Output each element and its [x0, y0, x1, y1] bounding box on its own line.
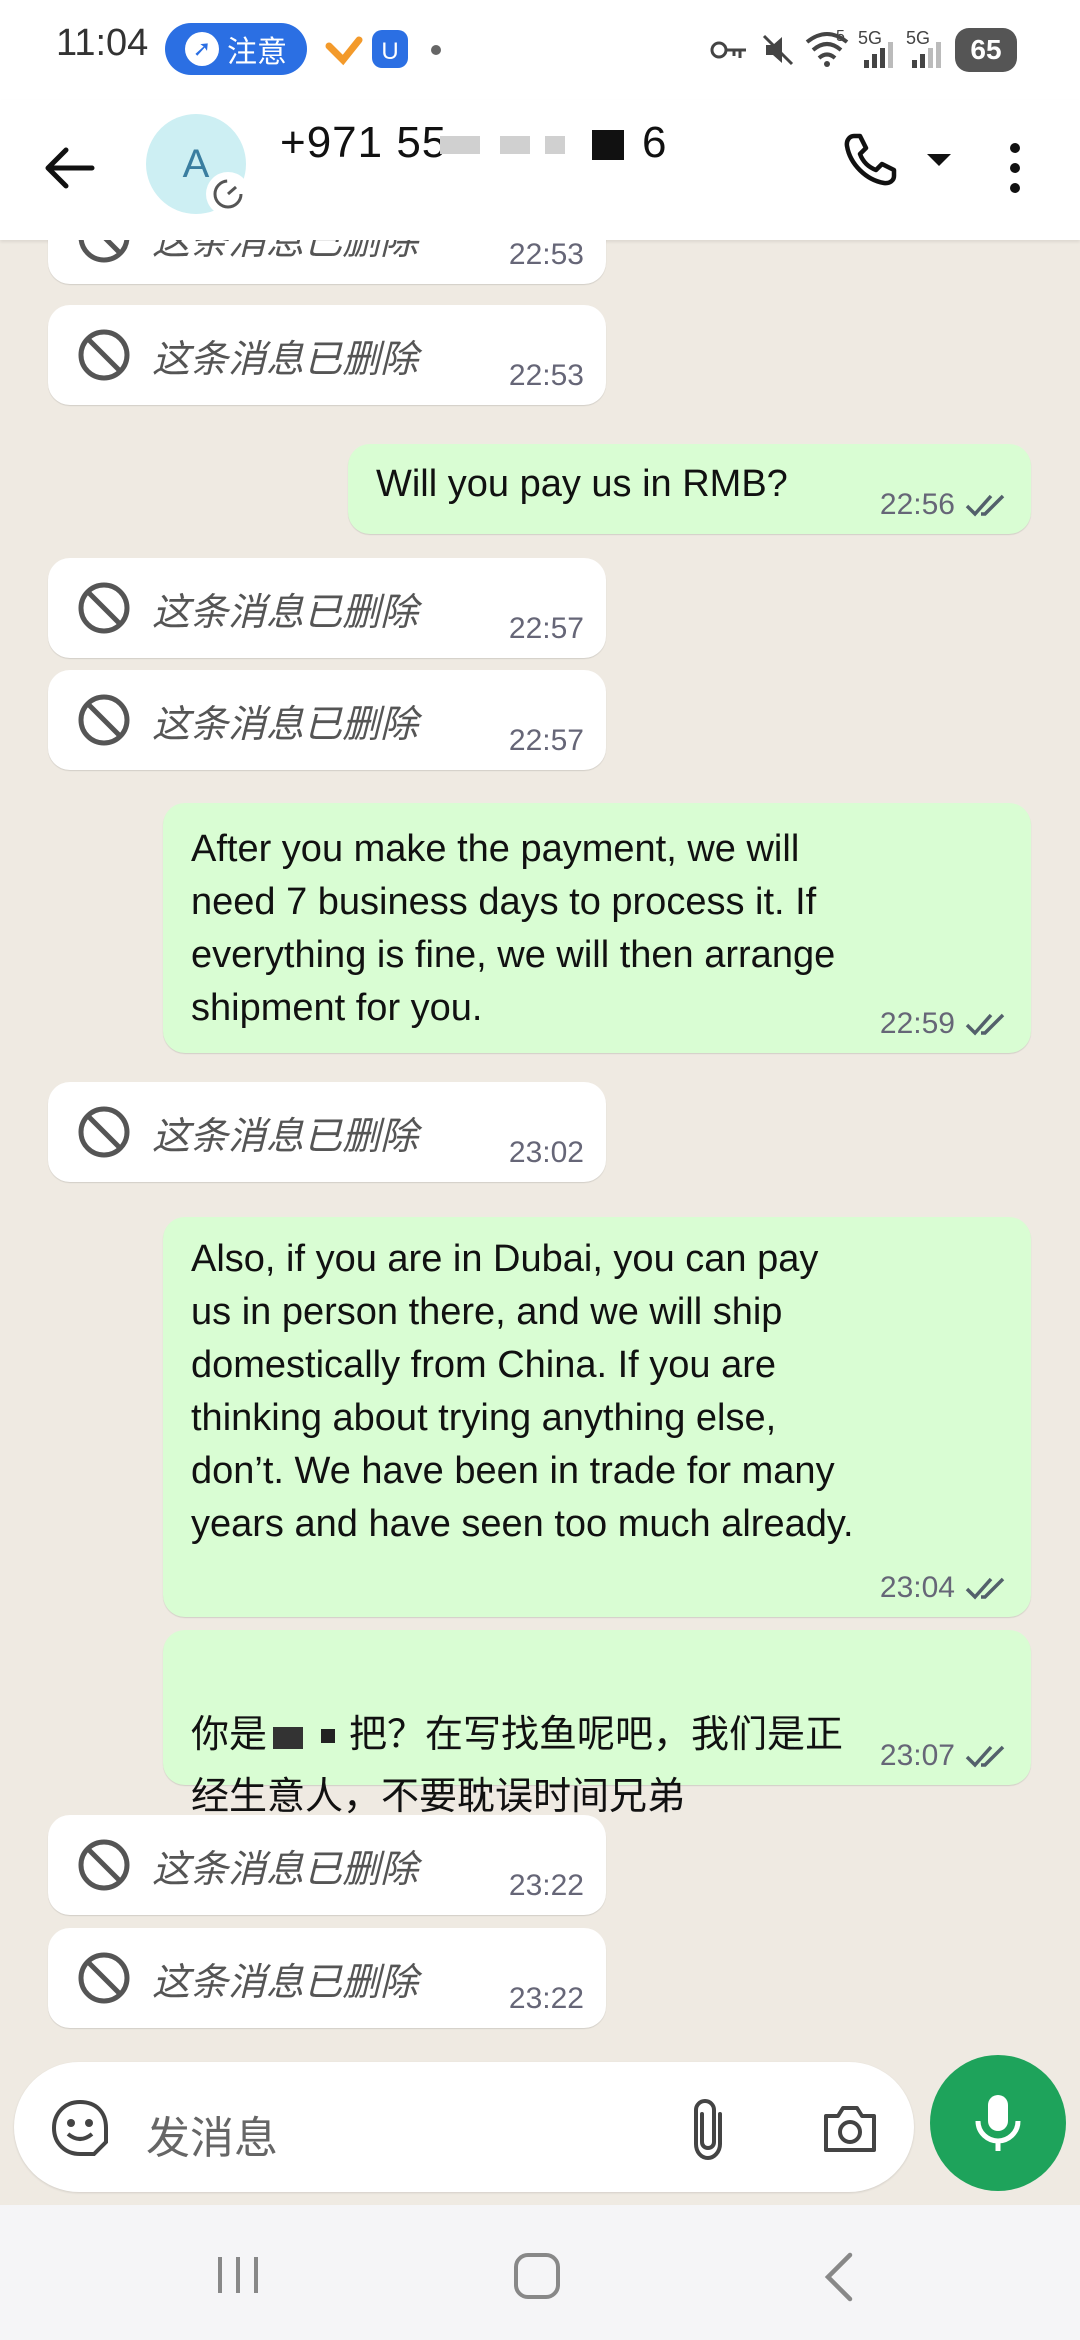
- dot-icon: [431, 45, 441, 55]
- rocket-icon: ➚: [185, 32, 219, 66]
- chat-header: A +971 55 6: [0, 100, 1080, 240]
- voice-call-icon[interactable]: [840, 130, 900, 190]
- message-list[interactable]: 这条消息已删除 22:53 这条消息已删除 22:53 Will you pay…: [0, 240, 1080, 2060]
- deleted-message[interactable]: 这条消息已删除 22:57: [48, 670, 606, 770]
- blocked-icon: [78, 694, 130, 746]
- message-time: 22:57: [508, 724, 584, 757]
- blocked-icon: [78, 1839, 130, 1891]
- message-text: After you make the payment, we will need…: [191, 828, 836, 1029]
- message-time: 23:07: [879, 1739, 955, 1772]
- read-receipt-icon: [965, 494, 1005, 517]
- redaction-mark: [545, 136, 565, 154]
- read-receipt-icon: [965, 1577, 1005, 1600]
- message-composer[interactable]: 发消息: [14, 2062, 914, 2192]
- message-text: 你是 把？在写找鱼呢吧，我们是正 经生意人，不要耽误时间兄弟: [191, 1714, 844, 1818]
- outgoing-message[interactable]: 你是 把？在写找鱼呢吧，我们是正 经生意人，不要耽误时间兄弟 23:07: [163, 1630, 1031, 1818]
- read-receipt-icon: [965, 1013, 1005, 1036]
- deleted-message[interactable]: 这条消息已删除 22:53: [48, 305, 606, 405]
- svg-text:U: U: [381, 38, 398, 65]
- message-time: 23:04: [879, 1571, 955, 1604]
- signal-icon-2: [912, 42, 941, 68]
- message-input[interactable]: 发消息: [146, 2102, 278, 2166]
- message-time: 22:57: [508, 612, 584, 645]
- status-bar: 11:04 ➚ 注意 U 5 5G 5G 65: [0, 0, 1080, 100]
- redaction-mark: [500, 136, 530, 154]
- outgoing-message[interactable]: After you make the payment, we will need…: [163, 803, 1031, 1053]
- back-arrow-icon[interactable]: [40, 138, 100, 198]
- mute-icon: [762, 34, 794, 66]
- message-time: 22:53: [508, 240, 584, 271]
- more-options-icon[interactable]: [1000, 138, 1030, 198]
- message-time: 22:56: [879, 488, 955, 521]
- microphone-icon: [975, 2095, 1021, 2151]
- read-receipt-icon: [965, 1745, 1005, 1768]
- back-nav-icon[interactable]: [818, 2251, 858, 2303]
- message-time: 22:59: [879, 1007, 955, 1040]
- system-navigation-bar: [0, 2205, 1080, 2340]
- message-text: Also, if you are in Dubai, you can pay u…: [191, 1238, 854, 1545]
- message-time: 22:53: [508, 359, 584, 392]
- notice-pill[interactable]: ➚ 注意: [165, 23, 307, 75]
- deleted-message[interactable]: 这条消息已删除 23:22: [48, 1928, 606, 2028]
- deleted-message[interactable]: 这条消息已删除 23:02: [48, 1082, 606, 1182]
- contact-name-suffix: 6: [642, 118, 667, 167]
- chevron-down-icon[interactable]: [925, 150, 953, 170]
- redaction-mark: [273, 1727, 304, 1749]
- avatar-letter: A: [182, 141, 210, 186]
- blocked-icon: [78, 240, 130, 263]
- outgoing-message[interactable]: Will you pay us in RMB? 22:56: [348, 444, 1031, 534]
- message-text: Will you pay us in RMB?: [376, 463, 788, 505]
- notice-label: 注意: [227, 36, 287, 69]
- redaction-mark: [440, 136, 480, 154]
- shield-app-icon: U: [372, 30, 408, 68]
- signal-icon-1: [864, 42, 893, 68]
- deleted-message[interactable]: 这条消息已删除 22:53: [48, 240, 606, 284]
- message-time: 23:22: [508, 1982, 584, 2015]
- deleted-message[interactable]: 这条消息已删除 22:57: [48, 558, 606, 658]
- app-notification-icon: [325, 36, 363, 66]
- blocked-icon: [78, 1952, 130, 2004]
- outgoing-message[interactable]: Also, if you are in Dubai, you can pay u…: [163, 1217, 1031, 1617]
- message-time: 23:22: [508, 1869, 584, 1902]
- redaction-mark: [592, 130, 624, 160]
- blocked-icon: [78, 582, 130, 634]
- disappearing-timer-icon: [206, 172, 250, 216]
- blocked-icon: [78, 1106, 130, 1158]
- camera-icon[interactable]: [820, 2102, 880, 2156]
- redaction-mark: [321, 1729, 336, 1743]
- battery-indicator: 65: [955, 28, 1017, 72]
- status-time: 11:04: [56, 22, 149, 64]
- message-time: 23:02: [508, 1136, 584, 1169]
- voice-message-button[interactable]: [930, 2055, 1066, 2191]
- recent-apps-icon[interactable]: [214, 2253, 262, 2297]
- contact-name[interactable]: +971 55: [280, 118, 447, 168]
- deleted-message[interactable]: 这条消息已删除 23:22: [48, 1815, 606, 1915]
- key-icon: [710, 41, 746, 59]
- blocked-icon: [78, 329, 130, 381]
- home-icon[interactable]: [512, 2251, 562, 2301]
- sticker-icon[interactable]: [50, 2098, 110, 2158]
- wifi-label: 5: [836, 28, 845, 45]
- attachment-icon[interactable]: [690, 2098, 730, 2162]
